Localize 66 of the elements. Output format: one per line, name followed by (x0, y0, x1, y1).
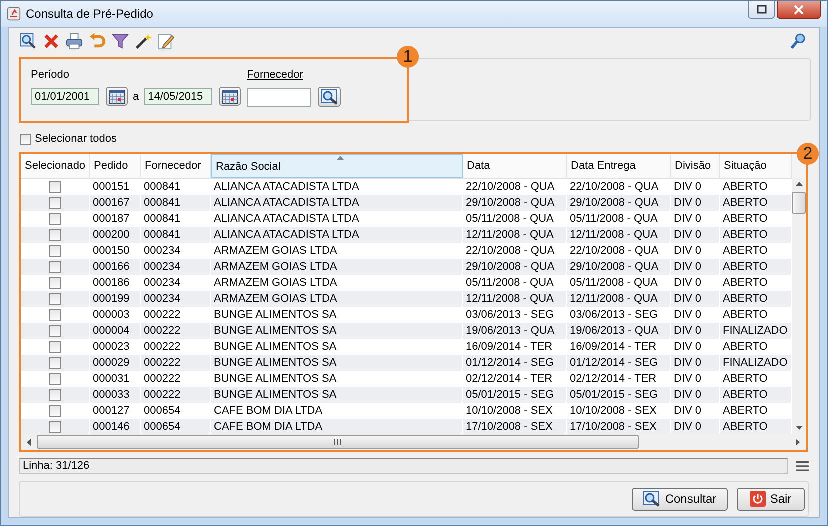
date-field[interactable]: 01/01/2001 (31, 88, 99, 105)
row-checkbox[interactable] (49, 341, 61, 353)
scroll-thumb[interactable] (37, 435, 639, 449)
row-checkbox[interactable] (49, 261, 61, 273)
supplier-field[interactable] (247, 88, 312, 106)
range-separator: a (133, 90, 140, 102)
power-icon (750, 491, 766, 507)
row-checkbox[interactable] (49, 325, 61, 337)
column-header[interactable]: Pedido (90, 154, 141, 178)
row-checkbox[interactable] (49, 293, 61, 305)
edit-icon[interactable] (158, 32, 175, 50)
scroll-right-icon[interactable] (796, 438, 800, 446)
row-checkbox[interactable] (49, 197, 61, 209)
callout-badge: 2 (797, 143, 819, 165)
scroll-left-icon[interactable] (27, 438, 31, 446)
calendar-button[interactable] (106, 87, 128, 106)
wand-icon[interactable] (135, 32, 152, 50)
row-checkbox[interactable] (49, 309, 61, 321)
row-checkbox[interactable] (49, 181, 61, 193)
column-header[interactable]: Data Entrega (567, 154, 671, 178)
search-button[interactable]: Consultar (632, 488, 728, 510)
app-icon (7, 7, 21, 21)
close-icon (794, 4, 804, 14)
restore-icon (756, 5, 766, 14)
period-label: Período (31, 69, 71, 81)
row-checkbox[interactable] (49, 405, 61, 417)
column-header[interactable]: Data (463, 154, 567, 178)
vertical-scrollbar[interactable] (792, 178, 806, 434)
supplier-link[interactable]: Fornecedor (247, 69, 342, 81)
row-checkbox[interactable] (49, 421, 61, 433)
callout-badge: 1 (397, 46, 419, 68)
printer-icon[interactable] (66, 32, 83, 50)
window-title: Consulta de Pré-Pedido (26, 7, 154, 21)
row-checkbox[interactable] (49, 245, 61, 257)
undo-icon[interactable] (89, 32, 106, 50)
row-checkbox[interactable] (49, 277, 61, 289)
search-icon[interactable] (20, 32, 37, 50)
row-checkbox[interactable] (49, 389, 61, 401)
close-button[interactable] (777, 1, 821, 19)
exit-button[interactable]: Sair (737, 488, 805, 510)
scroll-up-icon[interactable] (796, 182, 802, 186)
search-button[interactable] (318, 87, 342, 107)
row-checkbox[interactable] (49, 213, 61, 225)
scroll-down-icon[interactable] (796, 426, 802, 430)
filter-icon[interactable] (112, 32, 129, 50)
status-text: Linha: 31/126 (19, 458, 788, 474)
restore-button[interactable] (748, 1, 775, 19)
scroll-thumb[interactable] (792, 192, 806, 214)
grip-icon (334, 439, 342, 445)
row-checkbox[interactable] (49, 373, 61, 385)
search-icon (643, 491, 662, 507)
column-header[interactable]: Razão Social (211, 154, 463, 178)
delete-icon[interactable] (43, 32, 60, 50)
select-all-checkbox[interactable] (20, 134, 31, 144)
row-checkbox[interactable] (49, 357, 61, 369)
sort-arrow-icon (337, 156, 344, 160)
search-icon[interactable] (790, 32, 807, 50)
column-header[interactable]: Selecionado (21, 154, 90, 178)
column-header[interactable]: Situação (720, 154, 792, 178)
menu-icon[interactable] (796, 460, 809, 472)
date-field[interactable]: 14/05/2015 (144, 88, 212, 105)
column-header[interactable]: Divisão (671, 154, 720, 178)
row-checkbox[interactable] (49, 229, 61, 241)
select-all-label: Selecionar todos (35, 133, 117, 145)
calendar-button[interactable] (219, 87, 242, 106)
horizontal-scrollbar[interactable] (21, 434, 806, 450)
